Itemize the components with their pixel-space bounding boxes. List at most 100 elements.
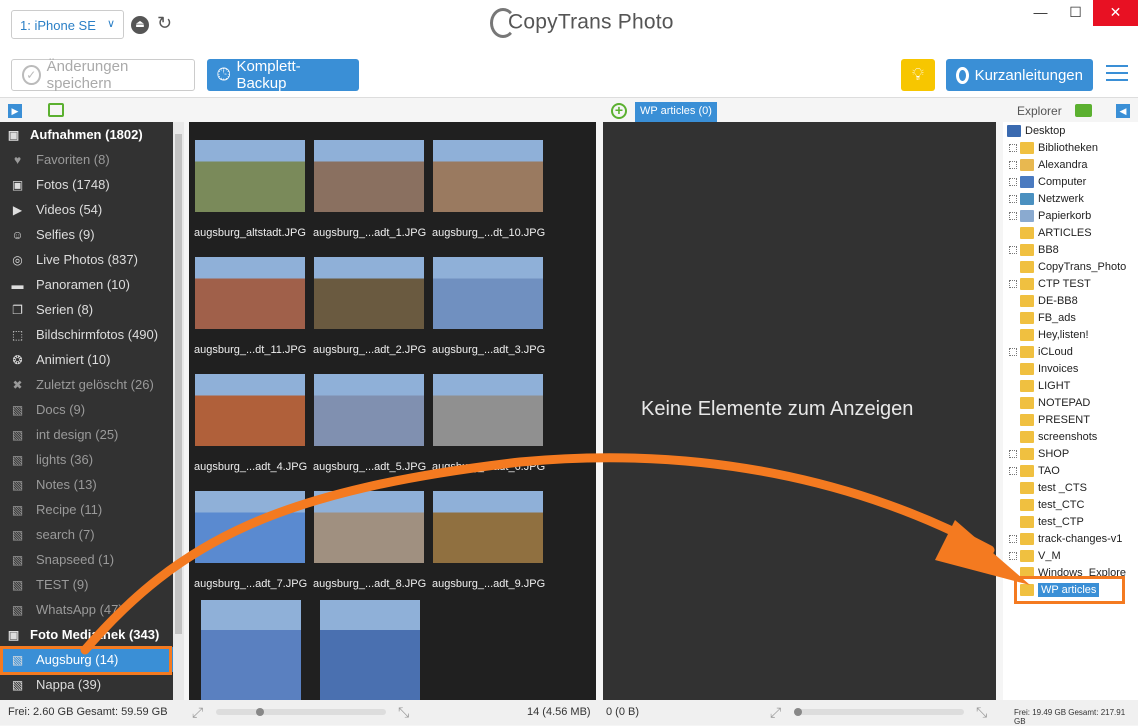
photo-tile[interactable]: augsburg_...adt_2.JPG xyxy=(310,239,429,356)
close-button[interactable]: ✕ xyxy=(1093,0,1138,26)
photo-tile[interactable] xyxy=(191,590,310,700)
photo-thumbnail[interactable] xyxy=(195,257,305,329)
photo-tile[interactable]: augsburg_...adt_5.JPG xyxy=(310,356,429,473)
tree-node[interactable]: Bibliotheken xyxy=(1003,139,1138,156)
photo-thumbnail[interactable] xyxy=(314,374,424,446)
maximize-button[interactable]: ☐ xyxy=(1058,0,1093,26)
tree-node[interactable]: test_CTP xyxy=(1003,513,1138,530)
save-changes-button[interactable]: ✓ Änderungen speichern xyxy=(11,58,195,92)
tree-node[interactable]: Computer xyxy=(1003,173,1138,190)
slider-thumb-2[interactable] xyxy=(794,708,802,716)
photo-tile[interactable]: augsburg_...dt_10.JPG xyxy=(429,122,548,239)
collapse-left-icon[interactable]: ▶ xyxy=(8,104,22,118)
album-item[interactable]: ▣ Fotos (1748) xyxy=(0,172,173,197)
tree-node[interactable]: Netzwerk xyxy=(1003,190,1138,207)
photo-thumbnail[interactable] xyxy=(433,257,543,329)
photo-thumbnail[interactable] xyxy=(314,140,424,212)
tree-node[interactable]: CopyTrans_Photo xyxy=(1003,258,1138,275)
expand-toggle-icon[interactable] xyxy=(1009,194,1017,203)
tree-node[interactable]: TAO xyxy=(1003,462,1138,479)
photo-thumbnail[interactable] xyxy=(195,140,305,212)
album-item[interactable]: ⬚ Bildschirmfotos (490) xyxy=(0,322,173,347)
photo-tile[interactable]: augsburg_...adt_1.JPG xyxy=(310,122,429,239)
tree-node[interactable]: test _CTS xyxy=(1003,479,1138,496)
tree-node[interactable]: Hey,listen! xyxy=(1003,326,1138,343)
slider-thumb[interactable] xyxy=(256,708,264,716)
photo-tile[interactable]: augsburg_...adt_7.JPG xyxy=(191,473,310,590)
photo-tile[interactable]: augsburg_...adt_8.JPG xyxy=(310,473,429,590)
tree-node[interactable]: BB8 xyxy=(1003,241,1138,258)
shrink-thumbnails-icon[interactable]: ⤢ xyxy=(192,704,203,721)
album-item[interactable]: ▧ TEST (9) xyxy=(0,572,173,597)
album-item[interactable]: ▣ Foto Mediathek (343) xyxy=(0,622,173,647)
album-item[interactable]: ✖ Zuletzt gelöscht (26) xyxy=(0,372,173,397)
album-item[interactable]: ☺ Selfies (9) xyxy=(0,222,173,247)
photo-tile[interactable]: augsburg_...dt_11.JPG xyxy=(191,239,310,356)
photo-thumbnail[interactable] xyxy=(433,374,543,446)
tree-node[interactable]: FB_ads xyxy=(1003,309,1138,326)
album-item[interactable]: ❐ Serien (8) xyxy=(0,297,173,322)
add-folder-icon[interactable]: + xyxy=(611,103,627,119)
album-item[interactable]: ▧ Docs (9) xyxy=(0,397,173,422)
album-item[interactable]: ▧ Recipe (11) xyxy=(0,497,173,522)
album-item[interactable]: ▧ Snapseed (1) xyxy=(0,547,173,572)
expand-toggle-icon[interactable] xyxy=(1009,279,1017,288)
album-item[interactable]: ▧ lights (36) xyxy=(0,447,173,472)
expand-toggle-icon[interactable] xyxy=(1009,534,1017,543)
tree-node[interactable]: screenshots xyxy=(1003,428,1138,445)
expand-toggle-icon[interactable] xyxy=(1009,245,1017,254)
photo-tile[interactable]: augsburg_altstadt.JPG xyxy=(191,122,310,239)
tree-node[interactable]: NOTEPAD xyxy=(1003,394,1138,411)
photo-thumbnail[interactable] xyxy=(314,491,424,563)
tree-node[interactable]: ARTICLES xyxy=(1003,224,1138,241)
photo-thumbnail[interactable] xyxy=(433,491,543,563)
enlarge-thumbnails-icon-2[interactable]: ⤡ xyxy=(976,704,987,721)
refresh-icon[interactable]: ↻ xyxy=(157,13,172,34)
photo-thumbnail[interactable] xyxy=(201,600,301,700)
tree-node[interactable]: Alexandra xyxy=(1003,156,1138,173)
expand-toggle-icon[interactable] xyxy=(1009,449,1017,458)
album-item[interactable]: ▣ Aufnahmen (1802) xyxy=(0,122,173,147)
photo-tile[interactable]: augsburg_...adt_6.JPG xyxy=(429,356,548,473)
shrink-thumbnails-icon-2[interactable]: ⤢ xyxy=(770,704,781,721)
photo-tile[interactable]: augsburg_...adt_9.JPG xyxy=(429,473,548,590)
album-item[interactable]: ▧ Nappa (39) xyxy=(0,672,173,697)
album-item[interactable]: ▧ int design (25) xyxy=(0,422,173,447)
hamburger-menu-icon[interactable] xyxy=(1106,65,1128,85)
photo-tile[interactable]: augsburg_...adt_3.JPG xyxy=(429,239,548,356)
eject-icon[interactable]: ⏏ xyxy=(131,16,149,34)
album-item[interactable]: ▶ Videos (54) xyxy=(0,197,173,222)
album-item[interactable]: ❂ Animiert (10) xyxy=(0,347,173,372)
album-item[interactable]: ♥ Favoriten (8) xyxy=(0,147,173,172)
sidebar-scroll-thumb[interactable] xyxy=(175,134,182,634)
device-select[interactable]: 1: iPhone SE ∨ xyxy=(11,10,124,39)
quick-guide-button[interactable]: Kurzanleitungen xyxy=(946,59,1093,91)
album-item[interactable]: ▬ Panoramen (10) xyxy=(0,272,173,297)
tree-node[interactable]: DE-BB8 xyxy=(1003,292,1138,309)
expand-toggle-icon[interactable] xyxy=(1009,143,1017,152)
full-backup-button[interactable]: 🕒︎ Komplett-Backup xyxy=(207,58,359,92)
collapse-right-icon[interactable]: ◀ xyxy=(1116,104,1130,118)
expand-toggle-icon[interactable] xyxy=(1009,466,1017,475)
tree-node[interactable]: Papierkorb xyxy=(1003,207,1138,224)
photo-thumbnail[interactable] xyxy=(195,491,305,563)
expand-toggle-icon[interactable] xyxy=(1009,160,1017,169)
enlarge-thumbnails-icon[interactable]: ⤡ xyxy=(398,704,409,721)
tips-button[interactable]: 💡︎ xyxy=(901,59,935,91)
photo-thumbnail[interactable] xyxy=(320,600,420,700)
tree-node[interactable]: iCLoud xyxy=(1003,343,1138,360)
album-item[interactable]: ◎ Live Photos (837) xyxy=(0,247,173,272)
tree-node[interactable]: V_M xyxy=(1003,547,1138,564)
expand-toggle-icon[interactable] xyxy=(1009,347,1017,356)
tab-wp-articles[interactable]: WP articles (0) xyxy=(635,102,717,122)
photo-tile[interactable]: augsburg_...adt_4.JPG xyxy=(191,356,310,473)
photo-thumbnail[interactable] xyxy=(314,257,424,329)
album-item[interactable]: ▧ WhatsApp (47) xyxy=(0,597,173,622)
photo-thumbnail[interactable] xyxy=(195,374,305,446)
photo-tile[interactable] xyxy=(310,590,429,700)
tree-node[interactable]: Invoices xyxy=(1003,360,1138,377)
green-folder-icon[interactable] xyxy=(1075,104,1092,117)
tree-node[interactable]: track-changes-v1 xyxy=(1003,530,1138,547)
expand-toggle-icon[interactable] xyxy=(1009,211,1017,220)
expand-toggle-icon[interactable] xyxy=(1009,551,1017,560)
